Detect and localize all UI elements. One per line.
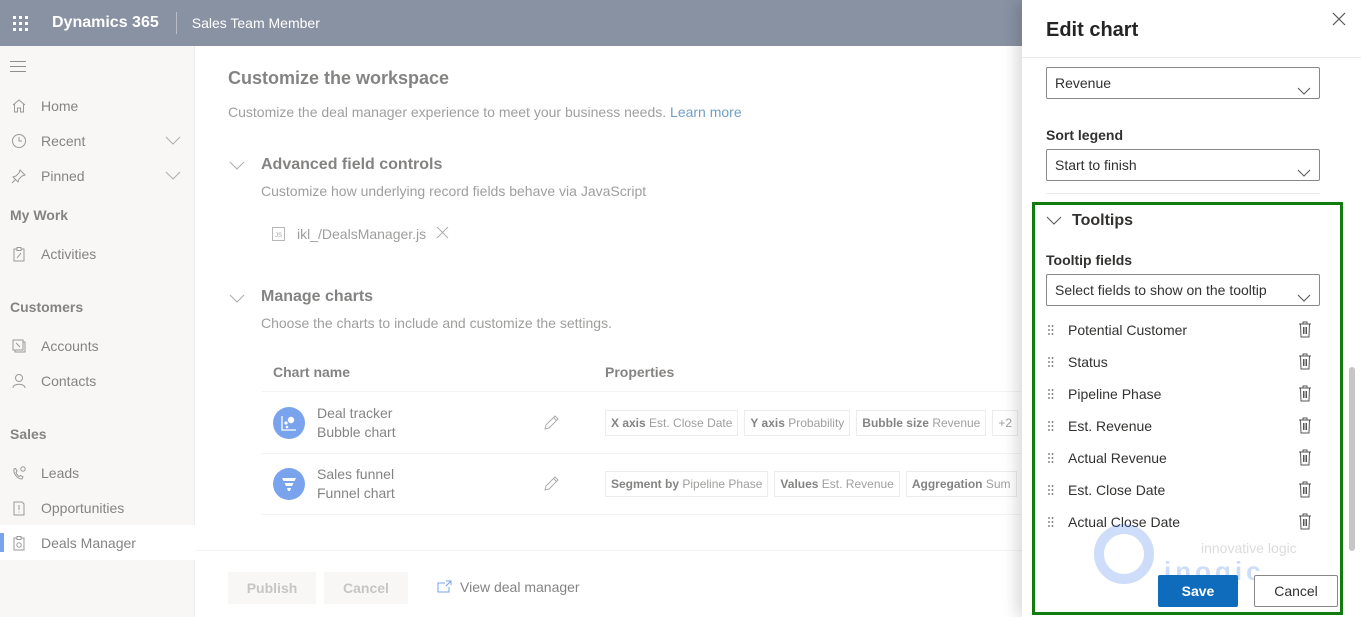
- close-icon[interactable]: [1332, 12, 1346, 31]
- bubble-size-dropdown[interactable]: Revenue: [1046, 67, 1320, 99]
- modal-overlay[interactable]: [0, 0, 1022, 617]
- chevron-down-icon: [1297, 76, 1311, 106]
- sort-legend-dropdown[interactable]: Start to finish: [1046, 149, 1320, 181]
- chevron-down-icon: [1297, 158, 1311, 188]
- section-divider: [1046, 193, 1320, 194]
- sort-legend-label: Sort legend: [1046, 127, 1124, 143]
- panel-header-divider: [1022, 57, 1361, 58]
- dropdown-value: Revenue: [1055, 75, 1112, 91]
- panel-scrollbar[interactable]: [1349, 367, 1355, 551]
- panel-title: Edit chart: [1046, 19, 1139, 41]
- tooltips-highlight-box: [1032, 202, 1343, 615]
- dropdown-value: Start to finish: [1055, 157, 1137, 173]
